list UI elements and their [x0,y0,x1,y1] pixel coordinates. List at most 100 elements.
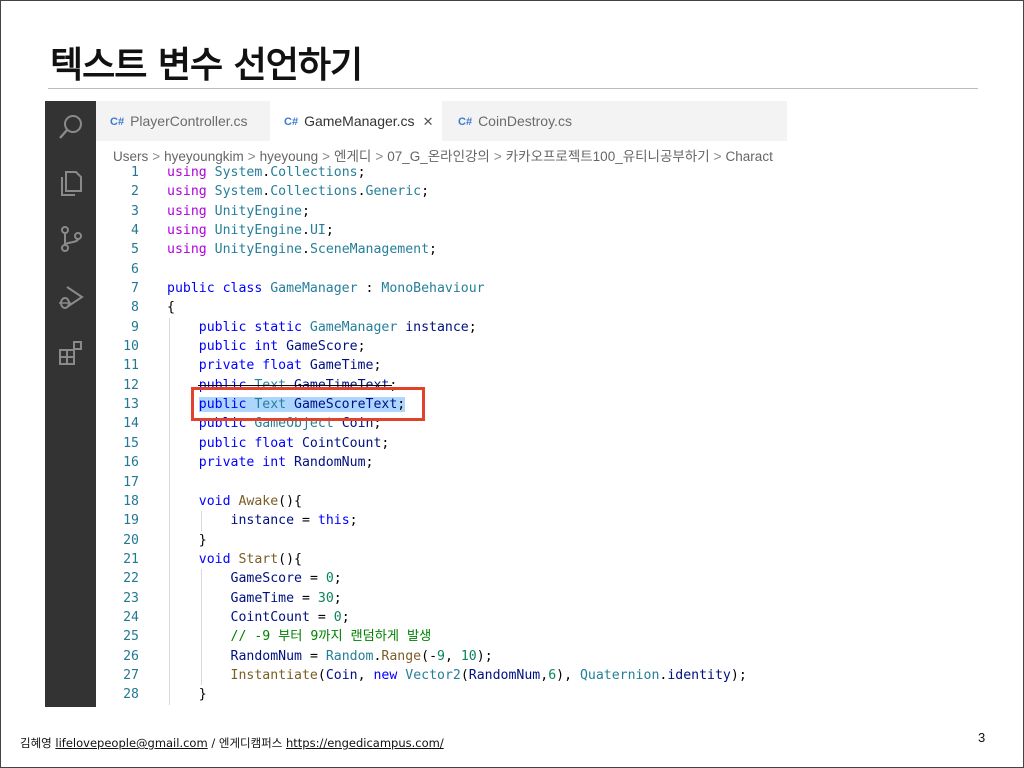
tab-label: GameManager.cs [304,113,415,129]
code-text: using System.Collections.Generic; [167,184,430,200]
code-line[interactable]: 17 [96,472,787,492]
line-number: 11 [123,358,139,374]
code-line[interactable]: 27 Instantiate(Coin, new Vector2(RandomN… [96,665,787,686]
breadcrumb-item[interactable]: hyeyoungkim [164,149,244,164]
line-number: 8 [131,300,139,316]
code-line[interactable]: 24 CointCount = 0; [96,607,787,628]
line-number: 28 [123,687,139,703]
code-line[interactable]: 18 void Awake(){ [96,491,787,512]
line-number: 18 [123,493,139,509]
code-line[interactable]: 16 private int RandomNum; [96,453,787,473]
footer: 김혜영 lifelovepeople@gmail.com / 엔게디캠퍼스 ht… [20,735,444,751]
title-divider [48,88,978,89]
code-line[interactable]: 9 public static GameManager instance; [96,317,787,338]
breadcrumb-separator: > [152,149,161,164]
code-line[interactable]: 5 using UnityEngine.SceneManagement; [96,240,787,259]
code-line[interactable]: 23 GameTime = 30; [96,588,787,608]
close-icon[interactable]: ✕ [423,114,434,129]
breadcrumb-separator: > [375,149,384,164]
tab-game-manager[interactable]: C# GameManager.cs ✕ [270,101,442,141]
tab-coin-destroy[interactable]: C# CoinDestroy.cs [442,101,598,141]
breadcrumb-separator: > [322,149,331,164]
code-line[interactable]: 21 void Start(){ [96,549,787,570]
code-text: void Start(){ [198,551,302,567]
code-text: public static GameManager instance; [198,319,477,335]
line-number: 20 [123,532,139,548]
code-text: } [167,532,207,548]
indent-guide [169,472,170,492]
code-text: using UnityEngine.UI; [167,223,334,239]
run-debug-icon[interactable] [57,283,85,311]
page-number: 3 [978,730,986,745]
code-line[interactable]: 15 public float CointCount; [96,433,787,454]
line-number: 22 [123,571,139,587]
line-number: 3 [131,203,139,219]
website-link[interactable]: https://engedicampus.com/ [286,736,444,750]
line-number: 19 [123,513,139,529]
line-number: 1 [131,165,139,180]
code-area[interactable]: 1 using System.Collections; 2 using System.… [96,163,787,705]
code-text: // -9 부터 9까지 랜덤하게 발생 [230,629,432,645]
breadcrumb-item[interactable]: 카카오프로젝트100_유티니공부하기 [506,149,710,164]
code-text: private int RandomNum; [198,455,374,471]
email-link[interactable]: lifelovepeople@gmail.com [55,736,207,750]
line-number: 5 [131,242,139,258]
code-line[interactable]: 7 public class GameManager : MonoBehaviou… [96,279,787,298]
line-number: 27 [123,667,139,683]
search-icon[interactable] [57,113,85,141]
breadcrumb-item[interactable]: Charact [726,149,773,164]
code-line[interactable]: 26 RandomNum = Random.Range(-9, 10); [96,646,787,666]
code-line[interactable]: 28 } [96,685,787,705]
code-text: GameTime = 30; [230,590,342,606]
source-control-icon[interactable] [57,225,85,253]
line-number: 21 [123,551,139,567]
breadcrumb-item[interactable]: Users [113,149,148,164]
code-line[interactable]: 11 private float GameTime; [96,356,787,376]
csharp-file-icon: C# [284,116,299,128]
code-text: private float GameTime; [198,358,382,374]
line-number: 2 [131,184,139,200]
breadcrumb-item[interactable]: 엔게디 [334,149,371,164]
files-icon[interactable] [57,169,85,197]
line-number: 10 [123,339,139,355]
tab-player-controller[interactable]: C# PlayerController.cs [96,101,270,141]
line-number: 15 [123,435,139,451]
code-line[interactable]: 22 GameScore = 0; [96,569,787,589]
line-number: 4 [131,223,139,239]
code-line[interactable]: 3 using UnityEngine; [96,202,787,221]
code-line[interactable]: 25 // -9 부터 9까지 랜덤하게 발생 [96,627,787,647]
extensions-icon[interactable] [57,339,85,367]
line-number: 24 [123,609,139,625]
csharp-file-icon: C# [110,116,125,128]
footer-separator: / [211,736,216,750]
tab-label: CoinDestroy.cs [478,113,572,129]
line-number: 14 [123,416,139,432]
code-text: GameScore = 0; [230,571,342,587]
code-line[interactable]: 1 using System.Collections; [96,163,787,182]
code-line[interactable]: 2 using System.Collections.Generic; [96,182,787,201]
slide-title: 텍스트 변수 선언하기 [50,45,363,86]
code-line[interactable]: 6 [96,260,787,279]
csharp-file-icon: C# [458,116,473,128]
line-number: 13 [123,397,139,413]
code-text: public int GameScore; [198,339,366,355]
code-line[interactable]: 19 instance = this; [96,511,787,531]
code-text: RandomNum = Random.Range(-9, 10); [230,648,493,664]
highlight-box [191,387,425,421]
line-number: 9 [131,319,139,335]
code-line[interactable]: 10 public int GameScore; [96,337,787,357]
code-text: using UnityEngine; [167,203,310,219]
breadcrumb-item[interactable]: 07_G_온라인강의 [387,149,490,164]
org-name: 엔게디캠퍼스 [218,736,283,750]
breadcrumb-separator: > [247,149,256,164]
breadcrumb: Users > hyeyoungkim > hyeyoung > 엔게디 >07_G_온라인강… [113,145,773,165]
breadcrumb-item[interactable]: hyeyoung [260,149,319,164]
line-number: 23 [123,590,139,606]
author-name: 김혜영 [20,736,52,750]
breadcrumb-separator: > [713,149,722,164]
code-line[interactable]: 4 using UnityEngine.UI; [96,221,787,240]
line-number: 25 [123,629,139,645]
code-line[interactable]: 20 } [96,530,787,550]
code-line[interactable]: 8{ [96,298,787,317]
code-text: CointCount = 0; [230,609,350,625]
